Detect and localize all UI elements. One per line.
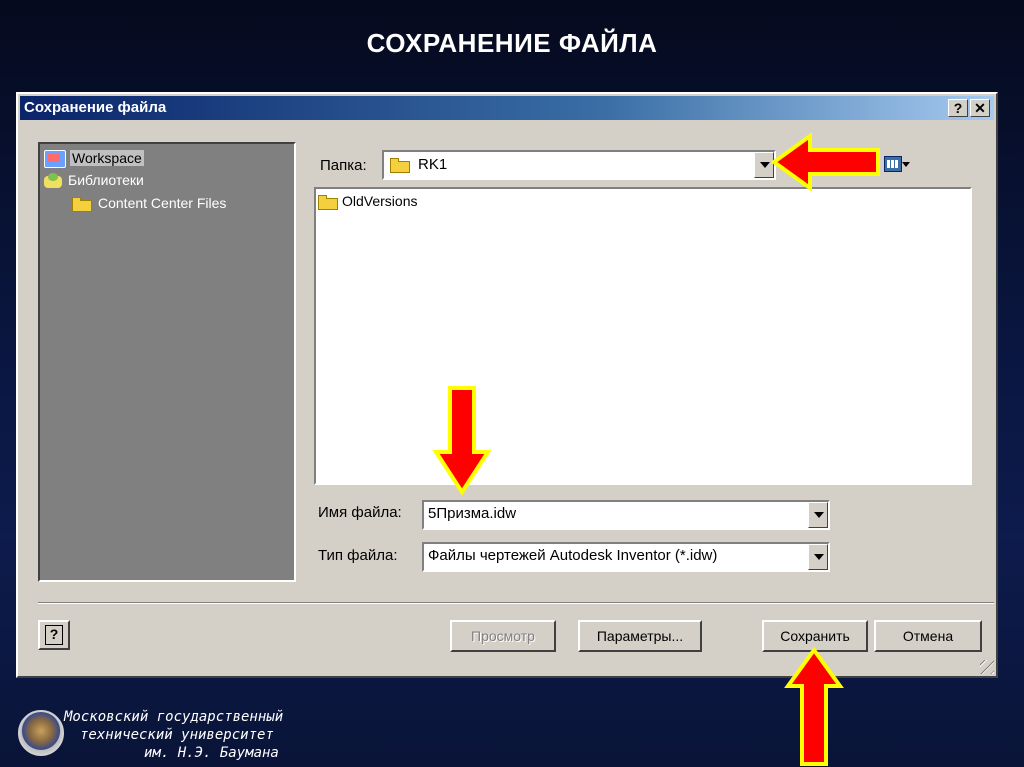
folder-icon (72, 196, 92, 212)
help-button[interactable]: ? (38, 620, 70, 650)
file-name-input[interactable]: 5Призма.idw (422, 500, 830, 530)
tree-item-label: Content Center Files (98, 195, 227, 211)
dialog-title: Сохранение файла (24, 99, 167, 116)
chevron-down-icon[interactable] (808, 544, 828, 570)
footer-line: им. Н.Э. Баумана (144, 745, 279, 761)
list-item[interactable]: OldVersions (318, 193, 417, 210)
close-button[interactable]: ✕ (970, 99, 990, 117)
view-menu-button[interactable] (884, 154, 910, 174)
folder-icon (318, 194, 338, 210)
file-name-value: 5Призма.idw (428, 505, 517, 522)
options-button[interactable]: Параметры... (578, 620, 702, 652)
cancel-button[interactable]: Отмена (874, 620, 982, 652)
folder-value: RK1 (418, 156, 448, 173)
divider (38, 602, 994, 604)
tree-item-label: Библиотеки (68, 172, 144, 188)
footer-line: Московский государственный (64, 709, 284, 725)
file-type-select[interactable]: Файлы чертежей Autodesk Inventor (*.idw) (422, 542, 830, 572)
view-grid-icon (884, 156, 902, 172)
resize-grip[interactable] (980, 660, 994, 674)
chevron-down-icon[interactable] (808, 502, 828, 528)
tree-item-content-center-files[interactable]: Content Center Files (72, 193, 228, 213)
help-icon: ? (45, 625, 63, 645)
caret-down-icon (902, 162, 910, 167)
tree-item-workspace[interactable]: Workspace (44, 148, 144, 169)
preview-button[interactable]: Просмотр (450, 620, 556, 652)
location-tree: Workspace Библиотеки Content Center File… (38, 142, 296, 582)
tree-item-label: Workspace (70, 150, 144, 166)
file-list[interactable]: OldVersions (314, 187, 972, 485)
arrow-down-annotation (432, 386, 492, 496)
file-name-label: Имя файла: (318, 504, 402, 521)
libraries-icon (44, 173, 62, 189)
arrow-left-annotation (770, 132, 880, 192)
tree-item-libraries[interactable]: Библиотеки (44, 170, 146, 190)
folder-icon (390, 158, 410, 173)
workspace-icon (44, 150, 66, 169)
arrow-up-annotation (784, 646, 844, 766)
folder-combo[interactable]: RK1 (382, 150, 776, 180)
list-item-label: OldVersions (342, 193, 418, 209)
footer-line: технический университет (80, 727, 274, 743)
university-logo (18, 710, 64, 756)
dialog-titlebar[interactable]: Сохранение файла ? ✕ (20, 96, 994, 120)
file-type-value: Файлы чертежей Autodesk Inventor (*.idw) (428, 547, 718, 564)
titlebar-help-button[interactable]: ? (948, 99, 968, 117)
folder-label: Папка: (320, 157, 367, 174)
file-type-label: Тип файла: (318, 547, 398, 564)
slide-title: СОХРАНЕНИЕ ФАЙЛА (366, 28, 658, 58)
university-name: Московский государственный технический у… (64, 708, 283, 762)
